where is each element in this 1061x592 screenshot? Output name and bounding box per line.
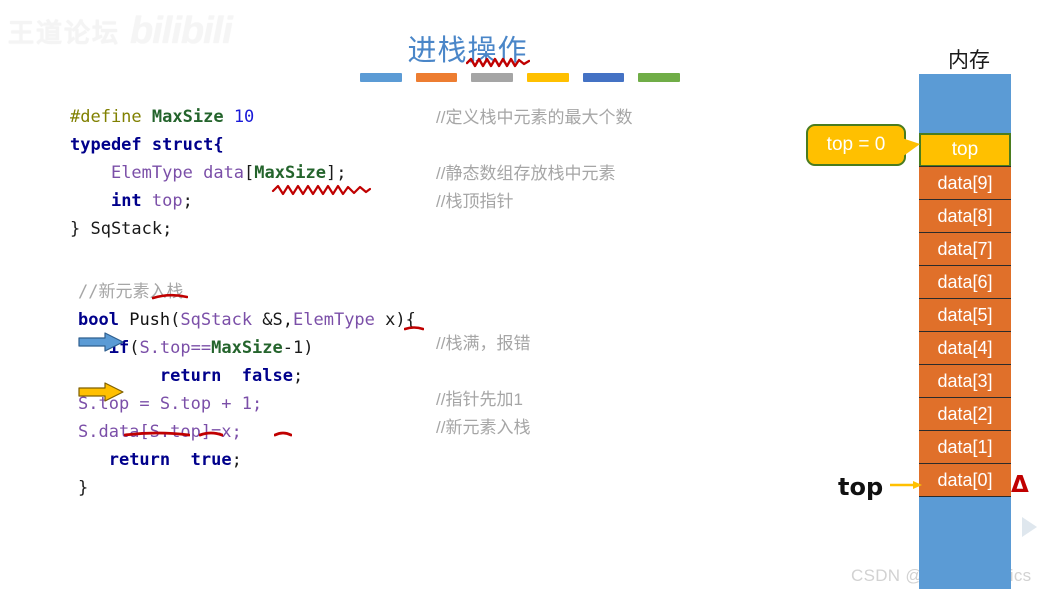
code-struct-definition: #define MaxSize 10 typedef struct{ ElemT… bbox=[70, 103, 346, 243]
code-line-close-brace: } bbox=[78, 478, 89, 498]
memory-cell-data5: data[5] bbox=[919, 298, 1011, 332]
comments-struct-block: //定义栈中元素的最大个数 //静态数组存放栈中元素 //栈顶指针 bbox=[436, 104, 632, 216]
memory-cell-data8: data[8] bbox=[919, 199, 1011, 233]
code-line-data-array: ElemType data[MaxSize]; bbox=[70, 163, 346, 183]
token-int-keyword: int bbox=[110, 191, 142, 211]
bottom-top-pointer-label: top bbox=[838, 473, 884, 501]
token-arg-stack: &S, bbox=[252, 310, 294, 330]
code-line-return-true: return true; bbox=[78, 450, 242, 470]
memory-cell-data2: data[2] bbox=[919, 397, 1011, 431]
memory-cell-data9: data[9] bbox=[919, 166, 1011, 200]
token-semi-true: ; bbox=[231, 450, 242, 470]
memory-free-top-block bbox=[919, 74, 1011, 133]
top-equals-zero-callout: top = 0 bbox=[806, 124, 920, 166]
token-push-fn-name: Push bbox=[129, 310, 171, 330]
accent-bar-2 bbox=[471, 73, 514, 82]
memory-cell-data3: data[3] bbox=[919, 364, 1011, 398]
memory-top-cell: top bbox=[919, 133, 1011, 167]
token-typedef: typedef bbox=[70, 135, 142, 155]
token-bracket-open: [ bbox=[244, 163, 255, 183]
annotation-squiggle-maxsize bbox=[271, 184, 371, 196]
bilibili-player-icon bbox=[1003, 495, 1057, 553]
token-paren-open: ( bbox=[170, 310, 181, 330]
page-title: 进栈操作 bbox=[0, 27, 1061, 69]
title-squiggle-underline bbox=[466, 57, 530, 68]
token-s-top-expr: S.top== bbox=[139, 338, 212, 358]
annotation-underline-param-x bbox=[404, 326, 424, 331]
memory-label: 内存 bbox=[948, 48, 990, 72]
accent-bar-4 bbox=[582, 73, 625, 82]
callout-tail bbox=[902, 138, 920, 157]
code-push-function: //新元素入栈 bool Push(SqStack &S,ElemType x)… bbox=[78, 278, 416, 502]
token-define-keyword: #define bbox=[70, 107, 142, 127]
token-semicolon: ; bbox=[182, 191, 193, 211]
comment-top-pointer: //栈顶指针 bbox=[436, 192, 514, 211]
accent-bar-5 bbox=[638, 73, 681, 82]
comment-new-element-push: //新元素入栈 bbox=[436, 418, 531, 437]
token-elemtype-type: ElemType bbox=[293, 310, 375, 330]
token-bool-keyword: bool bbox=[78, 310, 119, 330]
memory-cell-data7: data[7] bbox=[919, 232, 1011, 266]
token-elemtype: ElemType bbox=[110, 163, 193, 183]
token-return-keyword-true: return bbox=[108, 450, 171, 470]
blue-block-arrow-if-line bbox=[78, 332, 124, 352]
token-array-size: MaxSize bbox=[254, 163, 326, 183]
token-top-var: top bbox=[151, 191, 183, 211]
memory-column: top data[9] data[8] data[7] data[6] data… bbox=[919, 74, 1011, 589]
token-bracket-close: ]; bbox=[325, 163, 347, 183]
accent-bar-row bbox=[360, 73, 681, 82]
comment-maxsize: //定义栈中元素的最大个数 bbox=[436, 108, 633, 127]
code-line-sqstack-close: } SqStack; bbox=[70, 219, 173, 239]
token-maxsize-value: 10 bbox=[233, 107, 255, 127]
accent-bar-0 bbox=[360, 73, 402, 82]
yellow-block-arrow-increment-line bbox=[78, 382, 124, 402]
annotation-underline-ruzhan bbox=[152, 293, 188, 300]
annotation-underline-s-data bbox=[124, 431, 190, 437]
token-false-literal: false bbox=[241, 366, 293, 386]
code-line-int-top: int top; bbox=[70, 191, 193, 211]
token-return-keyword-false: return bbox=[159, 366, 222, 386]
token-struct: struct{ bbox=[151, 135, 224, 155]
callout-bubble: top = 0 bbox=[806, 124, 906, 166]
token-sqstack-type: SqStack bbox=[180, 310, 253, 330]
comment-stack-full: //栈满，报错 bbox=[436, 334, 531, 353]
token-semi-false: ; bbox=[292, 366, 304, 386]
code-line-signature: bool Push(SqStack &S,ElemType x){ bbox=[78, 310, 416, 330]
code-line-typedef: typedef struct{ bbox=[70, 135, 224, 155]
token-true-literal: true bbox=[190, 450, 232, 470]
code-line-define: #define MaxSize 10 bbox=[70, 107, 254, 127]
player-ear-right bbox=[1038, 495, 1048, 510]
accent-bar-1 bbox=[415, 73, 458, 82]
play-triangle-icon bbox=[1022, 517, 1037, 537]
token-if-paren: ( bbox=[129, 338, 140, 358]
memory-cell-data1: data[1] bbox=[919, 430, 1011, 464]
token-maxsize-ref: MaxSize bbox=[211, 338, 283, 358]
token-maxsize-name: MaxSize bbox=[151, 107, 224, 127]
accent-bar-3 bbox=[527, 73, 569, 82]
annotation-underline-assign-x bbox=[274, 431, 292, 437]
comment-data-array: //静态数组存放栈中元素 bbox=[436, 164, 616, 183]
token-data-var: data bbox=[203, 163, 245, 183]
memory-cell-data6: data[6] bbox=[919, 265, 1011, 299]
delta-marker: Δ bbox=[1011, 472, 1029, 498]
comment-pointer-increment: //指针先加1 bbox=[436, 390, 523, 409]
slide-canvas: 王道论坛 bilibili CSDN @xMathematics 进栈操作 #d… bbox=[0, 0, 1061, 592]
annotation-underline-s-top bbox=[199, 431, 223, 437]
memory-cell-data0: data[0] bbox=[919, 463, 1011, 497]
memory-data-cells: data[9] data[8] data[7] data[6] data[5] … bbox=[919, 166, 1011, 497]
memory-cell-data4: data[4] bbox=[919, 331, 1011, 365]
comments-push-block: //栈满，报错 //指针先加1 //新元素入栈 bbox=[436, 330, 530, 442]
token-minus-one: -1) bbox=[282, 338, 314, 358]
bottom-pointer-arrow bbox=[890, 481, 922, 489]
memory-free-bottom-block bbox=[919, 497, 1011, 589]
